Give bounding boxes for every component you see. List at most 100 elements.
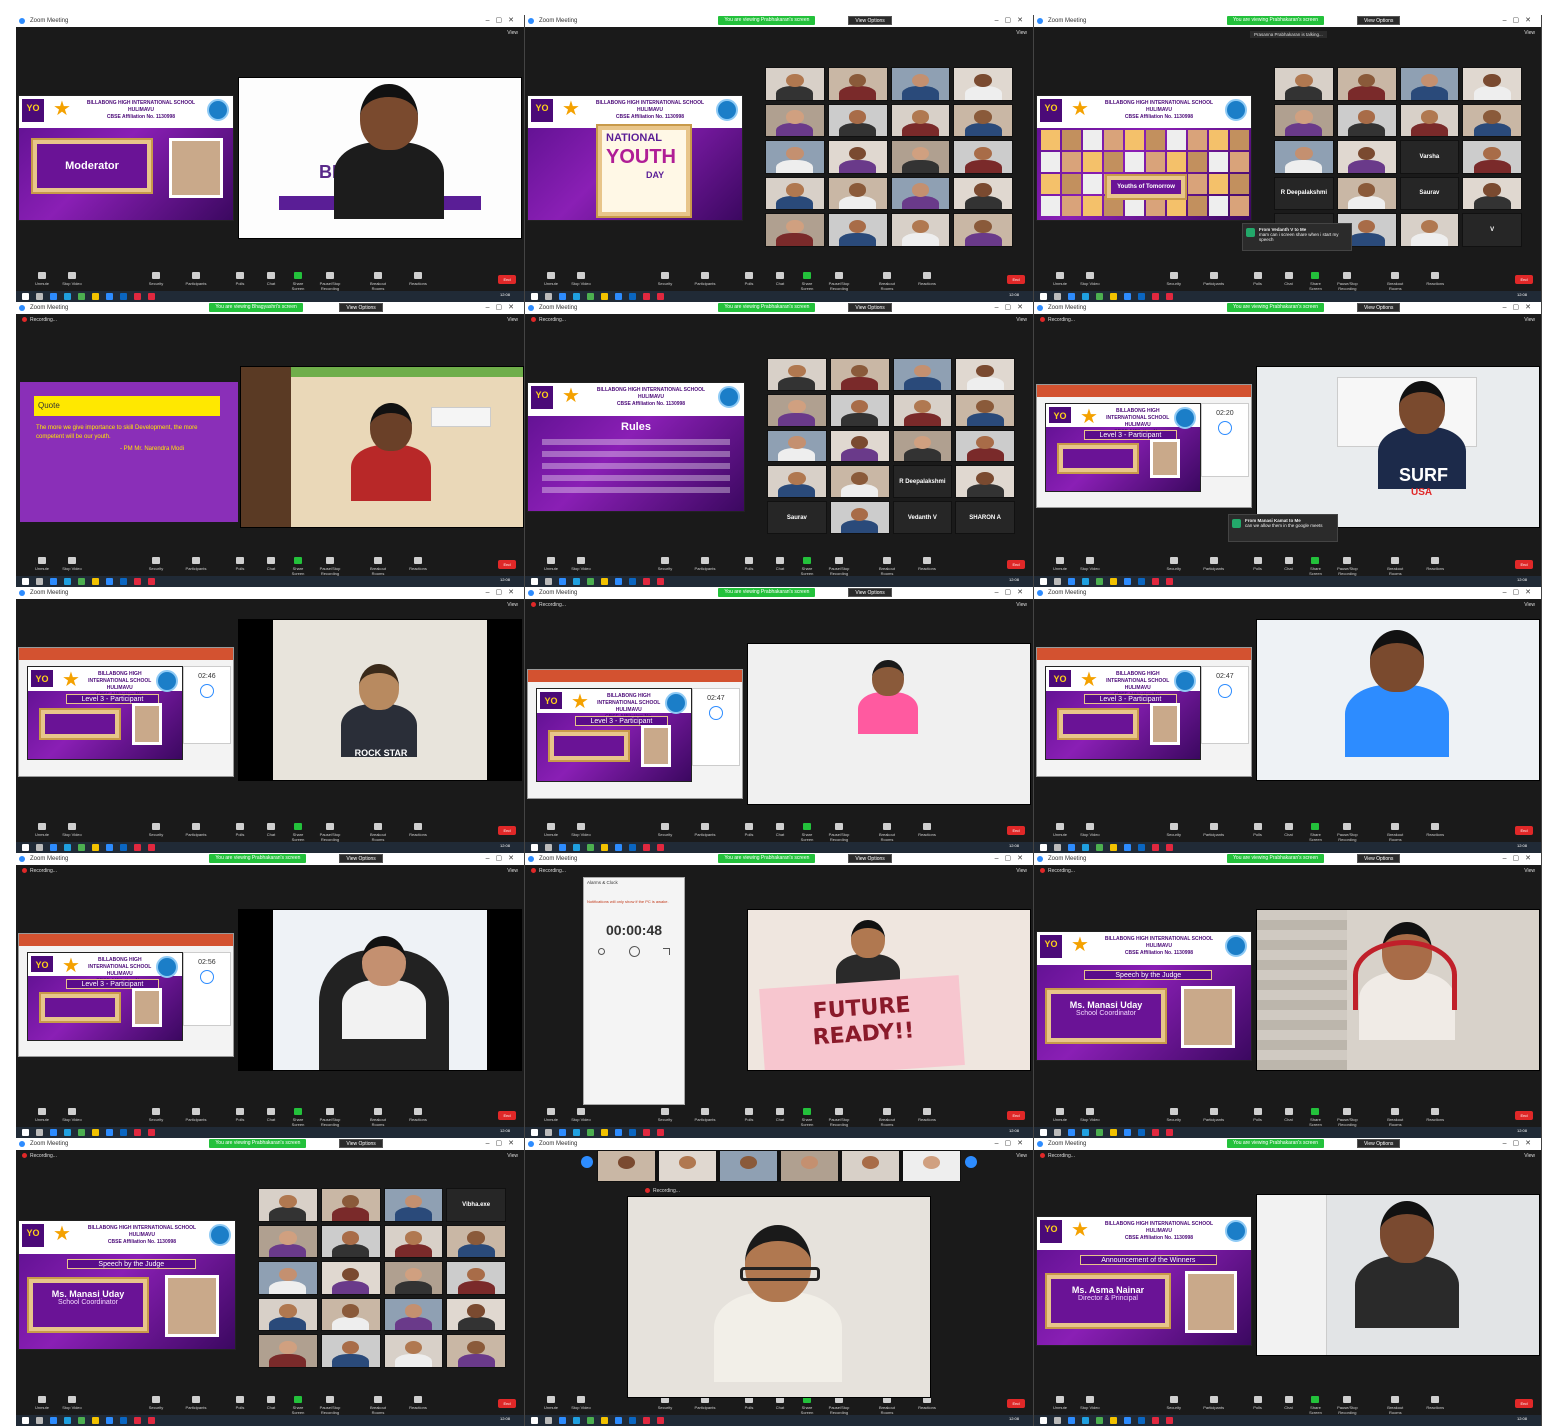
toolbar-unmutebutton[interactable]: Unmute [539, 1108, 563, 1122]
taskbar-app-icon[interactable] [559, 293, 566, 300]
participant-tile[interactable] [446, 1224, 506, 1259]
thumbnail-tile[interactable] [780, 1150, 839, 1182]
toolbar-breakout-roomsbutton[interactable]: Breakout Rooms [875, 1396, 899, 1415]
toolbar-share-screenbutton[interactable]: Share Screen [795, 1396, 819, 1415]
window-controls[interactable]: –▢✕ [995, 1138, 1029, 1150]
speaker-video[interactable] [627, 1196, 931, 1398]
participant-tile[interactable] [765, 140, 825, 174]
toolbar-securitybutton[interactable]: Security [1162, 557, 1186, 571]
toolbar-share-screenbutton[interactable]: Share Screen [1303, 823, 1327, 842]
taskbar-app-icon[interactable] [64, 1129, 71, 1136]
taskbar-app-icon[interactable] [1068, 844, 1075, 851]
toolbar-pause-stop-recordingbutton[interactable]: Pause/Stop Recording [827, 1396, 851, 1415]
toolbar-unmutebutton[interactable]: Unmute [30, 1108, 54, 1122]
participant-tile[interactable] [892, 429, 953, 463]
toolbar-reactionsbutton[interactable]: Reactions [915, 557, 939, 571]
toolbar-pause-stop-recordingbutton[interactable]: Pause/Stop Recording [1335, 1396, 1359, 1415]
participant-tile[interactable] [320, 1224, 381, 1259]
toolbar-pollsbutton[interactable]: Polls [1246, 1108, 1270, 1122]
end-meeting-button[interactable]: End [1515, 1111, 1533, 1120]
toolbar-unmutebutton[interactable]: Unmute [539, 823, 563, 837]
toolbar-pollsbutton[interactable]: Polls [1246, 557, 1270, 571]
toolbar-participantsbutton[interactable]: Participants [184, 557, 208, 571]
participant-tile[interactable] [765, 176, 825, 211]
toolbar-unmutebutton[interactable]: Unmute [539, 1396, 563, 1410]
taskbar-app-icon[interactable] [64, 844, 71, 851]
participant-tile[interactable] [765, 103, 825, 138]
toolbar-breakout-roomsbutton[interactable]: Breakout Rooms [875, 823, 899, 842]
participant-tile[interactable] [320, 1334, 381, 1368]
end-meeting-button[interactable]: End [1515, 826, 1533, 835]
end-meeting-button[interactable]: End [1007, 1111, 1025, 1120]
taskbar-app-icon[interactable] [643, 844, 650, 851]
participant-tile[interactable] [765, 213, 825, 247]
taskbar-app-icon[interactable] [1124, 1417, 1131, 1424]
taskbar-app-icon[interactable] [148, 578, 155, 585]
toolbar-share-screenbutton[interactable]: Share Screen [1303, 1396, 1327, 1415]
participant-tile[interactable]: R Deepalakshmi [892, 465, 953, 499]
toolbar-securitybutton[interactable]: Security [1162, 1396, 1186, 1410]
window-controls[interactable]: –▢✕ [486, 15, 520, 27]
toolbar-reactionsbutton[interactable]: Reactions [406, 1108, 430, 1122]
chat-notification[interactable]: From Manasi Kamat to Me can we allow them… [1228, 514, 1338, 542]
participant-tile[interactable] [1336, 176, 1397, 211]
view-options-button[interactable]: View Options [848, 16, 892, 25]
toolbar-unmutebutton[interactable]: Unmute [1048, 272, 1072, 286]
taskbar-app-icon[interactable] [615, 1417, 622, 1424]
participant-tile[interactable] [892, 393, 953, 427]
taskbar-app-icon[interactable] [1054, 844, 1061, 851]
toolbar-pollsbutton[interactable]: Polls [1246, 823, 1270, 837]
judge-video[interactable] [1256, 909, 1540, 1071]
participant-tile[interactable] [320, 1188, 381, 1222]
taskbar-app-icon[interactable] [64, 293, 71, 300]
taskbar-app-icon[interactable] [601, 1417, 608, 1424]
view-button[interactable]: View [507, 602, 518, 608]
toolbar-pause-stop-recordingbutton[interactable]: Pause/Stop Recording [1335, 272, 1359, 291]
participant-tile[interactable] [383, 1188, 444, 1222]
toolbar-pause-stop-recordingbutton[interactable]: Pause/Stop Recording [1335, 557, 1359, 576]
taskbar-app-icon[interactable] [1054, 578, 1061, 585]
participant-tile[interactable] [1274, 67, 1334, 101]
toolbar-chatbutton[interactable]: Chat [1277, 272, 1301, 286]
participant-tile[interactable] [383, 1334, 444, 1368]
participant-tile[interactable] [953, 213, 1013, 247]
participant-tile[interactable] [955, 465, 1015, 499]
view-options-button[interactable]: View Options [848, 588, 892, 597]
taskbar-app-icon[interactable] [92, 844, 99, 851]
taskbar-app-icon[interactable] [22, 1417, 29, 1424]
view-button[interactable]: View [507, 1153, 518, 1159]
participant-video[interactable]: SURF USA [1256, 366, 1540, 528]
participant-tile[interactable] [765, 67, 825, 101]
toolbar-stop-videobutton[interactable]: Stop Video [569, 823, 593, 837]
toolbar-share-screenbutton[interactable]: Share Screen [795, 823, 819, 842]
toolbar-pollsbutton[interactable]: Polls [228, 1396, 252, 1410]
participant-tile[interactable] [829, 358, 890, 391]
taskbar-app-icon[interactable] [573, 844, 580, 851]
view-button[interactable]: View [1016, 602, 1027, 608]
taskbar-app-icon[interactable] [1096, 1417, 1103, 1424]
window-controls[interactable]: –▢✕ [486, 302, 520, 314]
pause-button[interactable] [629, 946, 640, 957]
toolbar-share-screenbutton[interactable]: Share Screen [286, 557, 310, 576]
view-button[interactable]: View [1016, 868, 1027, 874]
taskbar-app-icon[interactable] [587, 844, 594, 851]
toolbar-unmutebutton[interactable]: Unmute [30, 1396, 54, 1410]
taskbar-app-icon[interactable] [1040, 1129, 1047, 1136]
toolbar-stop-videobutton[interactable]: Stop Video [60, 823, 84, 837]
taskbar-app-icon[interactable] [545, 578, 552, 585]
taskbar-app-icon[interactable] [1124, 293, 1131, 300]
view-options-button[interactable]: View Options [1357, 1139, 1401, 1148]
taskbar-app-icon[interactable] [573, 1417, 580, 1424]
toolbar-breakout-roomsbutton[interactable]: Breakout Rooms [366, 1396, 390, 1415]
toolbar-pollsbutton[interactable]: Polls [737, 1108, 761, 1122]
taskbar-app-icon[interactable] [36, 844, 43, 851]
toolbar-pollsbutton[interactable]: Polls [737, 823, 761, 837]
participant-tile[interactable] [955, 429, 1015, 463]
participant-tile[interactable] [446, 1297, 506, 1332]
taskbar-app-icon[interactable] [559, 844, 566, 851]
toolbar-reactionsbutton[interactable]: Reactions [406, 557, 430, 571]
toolbar-chatbutton[interactable]: Chat [259, 823, 283, 837]
participant-tile[interactable] [1399, 103, 1460, 138]
toolbar-breakout-roomsbutton[interactable]: Breakout Rooms [366, 557, 390, 576]
toolbar-participantsbutton[interactable]: Participants [184, 1396, 208, 1410]
